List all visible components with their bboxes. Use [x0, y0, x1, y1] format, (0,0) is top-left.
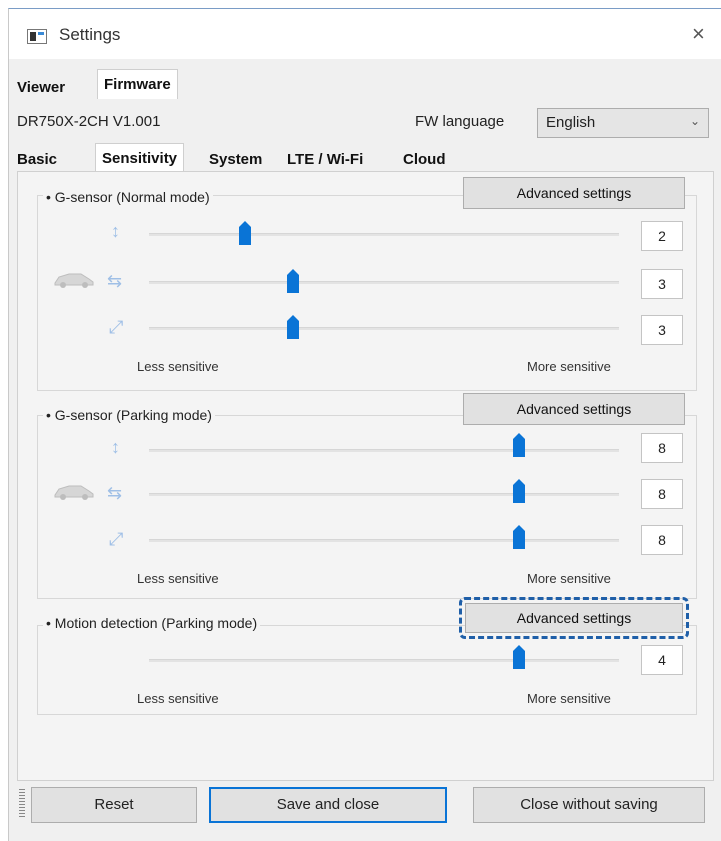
parking-vertical-slider[interactable]: [513, 433, 525, 457]
diagonal-axis-icon: ⤢: [109, 317, 124, 337]
parking-lateral-track: [149, 493, 619, 496]
normal-more-sensitive-label: More sensitive: [527, 359, 611, 374]
tab-sensitivity[interactable]: Sensitivity: [95, 143, 185, 171]
close-icon[interactable]: ×: [692, 21, 705, 47]
fw-language-label: FW language: [415, 113, 505, 130]
motion-value[interactable]: 4: [641, 645, 683, 675]
g-sensor-normal-title: • G-sensor (Normal mode): [43, 189, 213, 205]
vertical-axis-icon: ↕: [111, 437, 120, 457]
tab-viewer[interactable]: Viewer: [17, 79, 65, 96]
model-version: DR750X-2CH V1.001: [17, 113, 161, 130]
normal-vertical-track: [149, 233, 619, 236]
parking-more-sensitive-label: More sensitive: [527, 571, 611, 586]
parking-diagonal-slider[interactable]: [513, 525, 525, 549]
fw-language-value: English: [546, 114, 596, 131]
parking-diagonal-value[interactable]: 8: [641, 525, 683, 555]
parking-vertical-track: [149, 449, 619, 452]
resize-grip[interactable]: [19, 789, 25, 819]
motion-less-sensitive-label: Less sensitive: [137, 691, 219, 706]
save-and-close-button[interactable]: Save and close: [209, 787, 447, 823]
parking-diagonal-track: [149, 539, 619, 542]
close-without-saving-button[interactable]: Close without saving: [473, 787, 705, 823]
car-icon: [54, 485, 94, 500]
g-sensor-parking-title: • G-sensor (Parking mode): [43, 407, 215, 423]
reset-button[interactable]: Reset: [31, 787, 197, 823]
chevron-down-icon: ⌄: [689, 114, 700, 128]
parking-vertical-value[interactable]: 8: [641, 433, 683, 463]
settings-window: Settings × Viewer Firmware DR750X-2CH V1…: [8, 8, 721, 841]
parking-lateral-slider[interactable]: [513, 479, 525, 503]
normal-advanced-settings-button[interactable]: Advanced settings: [463, 177, 685, 209]
vertical-axis-icon: ↕: [111, 221, 120, 241]
parking-lateral-value[interactable]: 8: [641, 479, 683, 509]
tab-lte-wifi[interactable]: LTE / Wi-Fi: [287, 151, 363, 168]
tab-cloud[interactable]: Cloud: [403, 151, 446, 168]
title-bar: Settings ×: [9, 9, 721, 59]
normal-diagonal-slider[interactable]: [287, 315, 299, 339]
normal-lateral-value[interactable]: 3: [641, 269, 683, 299]
tab-firmware[interactable]: Firmware: [97, 69, 178, 99]
parking-advanced-settings-button[interactable]: Advanced settings: [463, 393, 685, 425]
tab-system[interactable]: System: [209, 151, 262, 168]
fw-language-select[interactable]: English ⌄: [537, 108, 709, 138]
tab-basic[interactable]: Basic: [17, 151, 57, 168]
motion-detection-title: • Motion detection (Parking mode): [43, 615, 261, 631]
normal-less-sensitive-label: Less sensitive: [137, 359, 219, 374]
car-icon: [54, 273, 94, 288]
diagonal-axis-icon: ⤢: [109, 529, 124, 549]
window-title: Settings: [59, 25, 121, 44]
normal-vertical-value[interactable]: 2: [641, 221, 683, 251]
normal-lateral-slider[interactable]: [287, 269, 299, 293]
motion-track: [149, 659, 619, 662]
normal-diagonal-track: [149, 327, 619, 330]
normal-vertical-slider[interactable]: [239, 221, 251, 245]
lateral-axis-icon: ⇆: [107, 483, 123, 503]
lateral-axis-icon: ⇆: [107, 271, 123, 291]
parking-less-sensitive-label: Less sensitive: [137, 571, 219, 586]
app-icon: [27, 29, 47, 44]
motion-more-sensitive-label: More sensitive: [527, 691, 611, 706]
normal-lateral-track: [149, 281, 619, 284]
normal-diagonal-value[interactable]: 3: [641, 315, 683, 345]
highlight-outline: [459, 597, 689, 639]
motion-slider[interactable]: [513, 645, 525, 669]
